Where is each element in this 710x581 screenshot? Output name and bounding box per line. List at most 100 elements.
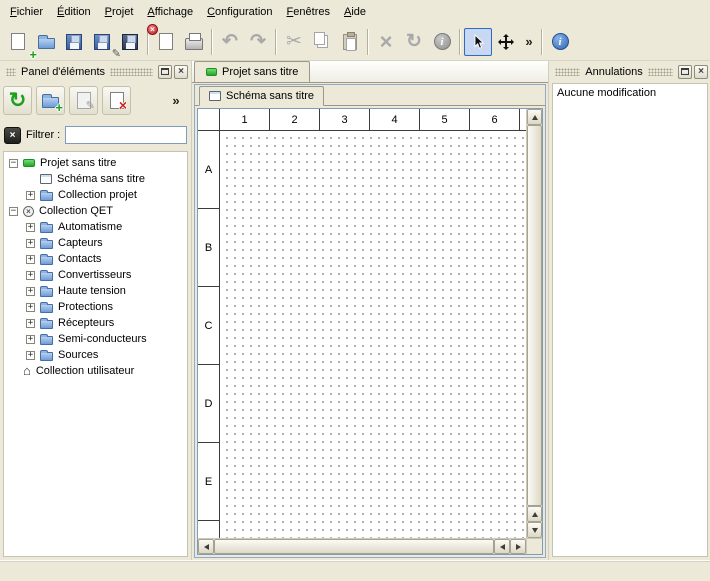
dock-close-button[interactable]: × (174, 65, 188, 79)
save-button[interactable] (60, 28, 88, 56)
paste-button[interactable] (336, 28, 364, 56)
expander-icon[interactable]: + (26, 239, 35, 248)
cut-icon: ✂ (286, 32, 302, 51)
element-info-button[interactable]: i (428, 28, 456, 56)
menu-fichier[interactable]: Fichier (3, 3, 50, 21)
scroll-up-button[interactable] (527, 109, 542, 125)
copy-button[interactable] (308, 28, 336, 56)
delete-button[interactable]: × (372, 28, 400, 56)
undo-dock-titlebar[interactable]: Annulations × (552, 64, 708, 79)
tree-item-automatisme[interactable]: + Automatisme (4, 219, 187, 235)
expander-icon[interactable]: + (26, 287, 35, 296)
rotate-button[interactable]: ↻ (400, 28, 428, 56)
tree-item-collection-projet[interactable]: + Collection projet (4, 187, 187, 203)
menu-configuration[interactable]: Configuration (200, 3, 279, 21)
close-badge-icon: × (147, 24, 158, 35)
clear-filter-button[interactable]: × (4, 127, 21, 144)
toolbar-separator (541, 29, 543, 55)
folder-icon (40, 285, 53, 297)
dock-close-button[interactable]: × (694, 65, 708, 79)
expander-icon[interactable]: + (26, 335, 35, 344)
expander-icon[interactable]: − (9, 207, 18, 216)
left-arrow-icon (500, 544, 505, 550)
scroll-down-button[interactable] (527, 522, 542, 538)
undo-button[interactable]: ↶ (216, 28, 244, 56)
tree-item-convertisseurs[interactable]: + Convertisseurs (4, 267, 187, 283)
tree-item-collection-qet[interactable]: − × Collection QET (4, 203, 187, 219)
edit-element-button[interactable]: ✎ (69, 86, 98, 115)
tree-item-recepteurs[interactable]: + Récepteurs (4, 315, 187, 331)
print-button[interactable] (180, 28, 208, 56)
menu-edition[interactable]: Édition (50, 3, 98, 21)
menu-fenetres[interactable]: Fenêtres (280, 3, 337, 21)
redo-icon: ↷ (250, 32, 266, 51)
tree-item-project[interactable]: − Projet sans titre (4, 155, 187, 171)
scroll-left-button[interactable] (198, 539, 214, 554)
toolbar-overflow-button[interactable]: » (520, 28, 538, 56)
elements-panel-title: Panel d'éléments (19, 66, 107, 78)
tree-item-label: Projet sans titre (40, 157, 116, 169)
row-header: A B C D E (198, 131, 220, 538)
menu-aide[interactable]: Aide (337, 3, 373, 21)
panel-overflow-button[interactable]: » (168, 90, 184, 110)
expander-icon[interactable]: − (9, 159, 18, 168)
tree-item-capteurs[interactable]: + Capteurs (4, 235, 187, 251)
scroll-up-button-2[interactable] (527, 506, 542, 522)
expander-icon[interactable]: + (26, 351, 35, 360)
expander-icon[interactable]: + (26, 303, 35, 312)
main-toolbar: + ✎ × ↶ ↷ ✂ (0, 23, 710, 61)
select-tool-button[interactable] (464, 28, 492, 56)
tree-item-label: Schéma sans titre (57, 173, 145, 185)
right-arrow-icon (516, 544, 521, 550)
expander-icon[interactable]: + (26, 223, 35, 232)
undo-icon: ↶ (222, 32, 238, 51)
dock-float-button[interactable] (158, 65, 172, 79)
delete-element-button[interactable]: × (102, 86, 131, 115)
move-tool-button[interactable] (492, 28, 520, 56)
schema-canvas[interactable] (220, 131, 526, 538)
open-file-button[interactable] (32, 28, 60, 56)
tree-item-semi-conducteurs[interactable]: + Semi-conducteurs (4, 331, 187, 347)
close-icon: × (698, 67, 704, 77)
expander-icon[interactable]: + (26, 255, 35, 264)
about-button[interactable]: i (546, 28, 574, 56)
cut-button[interactable]: ✂ (280, 28, 308, 56)
horizontal-scroll-thumb[interactable] (214, 539, 494, 554)
tab-project[interactable]: Projet sans titre (194, 61, 310, 82)
menu-projet[interactable]: Projet (98, 3, 141, 21)
tree-item-contacts[interactable]: + Contacts (4, 251, 187, 267)
save-all-button[interactable] (116, 28, 144, 56)
undo-history-list[interactable]: Aucune modification (552, 83, 708, 557)
elements-panel-titlebar[interactable]: Panel d'éléments × (3, 64, 188, 79)
info-gray-icon: i (434, 33, 451, 50)
column-label: 4 (370, 109, 420, 130)
new-element-button[interactable]: + (36, 86, 65, 115)
scroll-left-button-2[interactable] (494, 539, 510, 554)
tree-item-label: Sources (58, 349, 98, 361)
vertical-scroll-thumb[interactable] (527, 125, 542, 506)
expander-icon[interactable]: + (26, 271, 35, 280)
tree-item-sources[interactable]: + Sources (4, 347, 187, 363)
column-label: 2 (270, 109, 320, 130)
tree-item-haute-tension[interactable]: + Haute tension (4, 283, 187, 299)
tree-item-schema[interactable]: Schéma sans titre (4, 171, 187, 187)
tree-item-collection-utilisateur[interactable]: ⌂ Collection utilisateur (4, 363, 187, 379)
reload-collections-button[interactable]: ↻ (3, 86, 32, 115)
tree-item-label: Contacts (58, 253, 101, 265)
expander-icon[interactable]: + (26, 191, 35, 200)
expander-icon[interactable]: + (26, 319, 35, 328)
menu-affichage[interactable]: Affichage (140, 3, 200, 21)
column-label: 1 (220, 109, 270, 130)
filter-input[interactable] (65, 126, 187, 144)
undo-dock-title: Annulations (583, 66, 645, 78)
save-as-button[interactable]: ✎ (88, 28, 116, 56)
close-file-button[interactable]: × (152, 28, 180, 56)
redo-button[interactable]: ↷ (244, 28, 272, 56)
new-file-button[interactable]: + (4, 28, 32, 56)
up-arrow-icon (532, 512, 538, 517)
scroll-right-button[interactable] (510, 539, 526, 554)
close-file-icon (159, 33, 173, 50)
dock-float-button[interactable] (678, 65, 692, 79)
tab-schema[interactable]: Schéma sans titre (199, 86, 324, 106)
tree-item-protections[interactable]: + Protections (4, 299, 187, 315)
